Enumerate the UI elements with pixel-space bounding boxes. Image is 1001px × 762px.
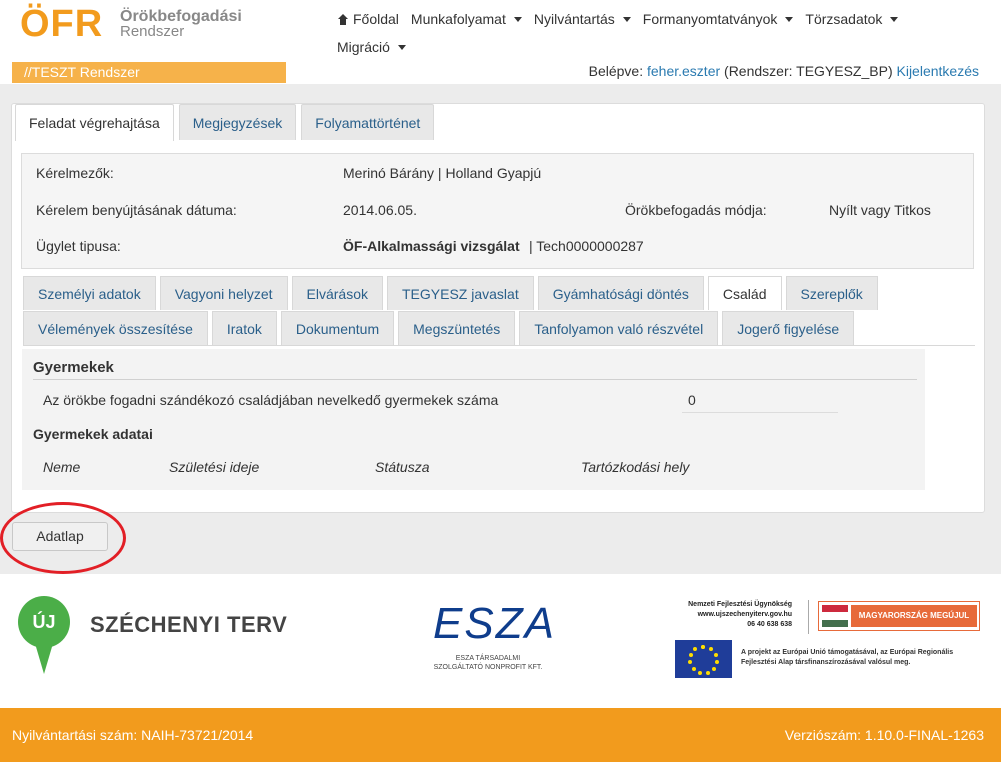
tab-velemenyek-osszesitese[interactable]: Vélemények összesítése	[23, 311, 208, 345]
tab-csalad[interactable]: Család	[707, 276, 782, 310]
tab-tanfolyamon-valo-reszvetel[interactable]: Tanfolyamon való részvétel	[519, 311, 719, 345]
nfu-line: 06 40 638 638	[747, 621, 792, 628]
nfu-line: www.ujszechenyiterv.gov.hu	[697, 611, 792, 618]
nav-label: Migráció	[337, 39, 390, 55]
column-header-statusza: Státusza	[375, 459, 430, 475]
home-icon	[337, 13, 349, 25]
type-value: ÖF-Alkalmassági vizsgálat	[343, 238, 520, 254]
logo-title-line2: Rendszer	[120, 23, 185, 40]
date-value: 2014.06.05.	[343, 202, 417, 218]
esza-text: ESZA	[433, 599, 556, 648]
sub-tabs: Személyi adatok Vagyoni helyzet Elváráso…	[23, 276, 975, 346]
nav-home[interactable]: Főoldal	[337, 11, 399, 27]
caret-down-icon	[622, 16, 631, 22]
tab-megjegyzesek[interactable]: Megjegyzések	[178, 104, 297, 140]
system-label: //TESZT Rendszer	[12, 62, 286, 83]
main-nav: Főoldal Munkafolyamat Nyilvántartás Form…	[337, 5, 977, 61]
magyar-text: MAGYARORSZÁG MEGÚJUL	[851, 605, 977, 627]
nfu-text: Nemzeti Fejlesztési Ügynökség www.ujszec…	[674, 600, 792, 630]
szechenyi-text: SZÉCHENYI TERV	[90, 612, 288, 637]
pin-icon: ÚJ	[18, 596, 70, 648]
tab-iratok[interactable]: Iratok	[211, 311, 277, 345]
nav-migracio[interactable]: Migráció	[337, 39, 406, 55]
login-system: (Rendszer: TEGYESZ_BP)	[724, 63, 893, 79]
user-link[interactable]: feher.eszter	[647, 63, 720, 79]
tab-feladat-vegrehajtasa[interactable]: Feladat végrehajtása	[15, 104, 174, 141]
column-header-neme: Neme	[43, 459, 81, 475]
request-info: Kérelmezők: Merinó Bárány | Holland Gyap…	[21, 153, 974, 269]
magyarorszag-megujul-logo: MAGYARORSZÁG MEGÚJUL	[818, 601, 980, 631]
children-data-heading: Gyermekek adatai	[33, 426, 153, 442]
footer: Nyilvántartási szám: NAIH-73721/2014 Ver…	[0, 708, 1001, 762]
caret-down-icon	[890, 16, 899, 22]
tab-jogero-figyelese[interactable]: Jogerő figyelése	[722, 311, 855, 345]
top-tabs: Feladat végrehajtása Megjegyzések Folyam…	[15, 104, 439, 141]
date-label: Kérelem benyújtásának dátuma:	[36, 202, 237, 218]
column-header-szuletesi-ideje: Születési ideje	[169, 459, 260, 475]
column-header-tartozkodasi-hely: Tartózkodási hely	[581, 459, 690, 475]
eu-flag-icon	[675, 640, 732, 678]
nfu-line: Nemzeti Fejlesztési Ügynökség	[688, 601, 792, 608]
logo-ofr: ÖFR	[20, 3, 104, 45]
tab-tegyesz-javaslat[interactable]: TEGYESZ javaslat	[387, 276, 534, 310]
tab-folyamattortenet[interactable]: Folyamattörténet	[301, 104, 435, 140]
type-tech-id: | Tech0000000287	[529, 238, 644, 254]
divider	[33, 379, 917, 380]
type-label: Ügylet tipusa:	[36, 238, 121, 254]
app-logo[interactable]: ÖFR Örökbefogadási Rendszer	[20, 4, 290, 54]
requesters-label: Kérelmezők:	[36, 165, 114, 181]
login-info: Belépve: feher.eszter (Rendszer: TEGYESZ…	[589, 63, 979, 79]
header: ÖFR Örökbefogadási Rendszer //TESZT Rend…	[0, 0, 1001, 84]
nav-nyilvantartas[interactable]: Nyilvántartás	[534, 11, 631, 27]
eu-funding-text: A projekt az Európai Unió támogatásával,…	[741, 649, 954, 666]
hungarian-flag-icon	[822, 605, 848, 627]
adatlap-button[interactable]: Adatlap	[12, 522, 108, 551]
children-count-value: 0	[688, 392, 696, 408]
divider	[808, 600, 809, 634]
login-label: Belépve:	[588, 63, 644, 79]
szechenyi-terv-logo: ÚJ SZÉCHENYI TERV	[18, 596, 288, 676]
value-underline	[682, 412, 838, 413]
tab-elvarasok[interactable]: Elvárások	[291, 276, 383, 310]
main-area: Feladat végrehajtása Megjegyzések Folyam…	[0, 84, 1001, 574]
nav-label: Munkafolyamat	[410, 11, 506, 27]
nav-munkafolyamat[interactable]: Munkafolyamat	[411, 11, 522, 27]
caret-down-icon	[397, 44, 406, 50]
section-heading: Gyermekek	[33, 359, 114, 376]
nav-label: Formanyomtatványok	[642, 11, 778, 27]
nav-home-label: Főoldal	[353, 11, 399, 27]
mode-label: Örökbefogadás módja:	[625, 202, 767, 218]
sponsor-logos: ÚJ SZÉCHENYI TERV ESZA ESZA TÁRSADALMI S…	[0, 574, 1001, 708]
esza-subtitle: ESZA TÁRSADALMI SZOLGÁLTATÓ NONPROFIT KF…	[433, 655, 543, 671]
tab-szereplok[interactable]: Szereplők	[785, 276, 878, 310]
children-count-label: Az örökbe fogadni szándékozó családjában…	[43, 392, 499, 408]
task-panel: Feladat végrehajtása Megjegyzések Folyam…	[11, 103, 985, 513]
nav-label: Törzsadatok	[805, 11, 883, 27]
nav-formanyomtatvanyok[interactable]: Formanyomtatványok	[643, 11, 794, 27]
caret-down-icon	[785, 16, 794, 22]
tab-megszuntetes[interactable]: Megszüntetés	[398, 311, 516, 345]
family-content: Gyermekek Az örökbe fogadni szándékozó c…	[22, 349, 925, 490]
tab-gyamhatosagi-dontes[interactable]: Gyámhatósági döntés	[537, 276, 704, 310]
requesters-value: Merinó Bárány | Holland Gyapjú	[343, 165, 542, 181]
logout-link[interactable]: Kijelentkezés	[897, 63, 980, 79]
esza-logo: ESZA ESZA TÁRSADALMI SZOLGÁLTATÓ NONPROF…	[433, 602, 554, 682]
tab-dokumentum[interactable]: Dokumentum	[280, 311, 395, 345]
caret-down-icon	[513, 16, 522, 22]
tab-szemelyi-adatok[interactable]: Személyi adatok	[23, 276, 156, 310]
tab-vagyoni-helyzet[interactable]: Vagyoni helyzet	[159, 276, 288, 310]
mode-value: Nyílt vagy Titkos	[829, 202, 931, 218]
version-number: Verziószám: 1.10.0-FINAL-1263	[784, 727, 984, 743]
tab-divider	[23, 345, 975, 346]
registration-number: Nyilvántartási szám: NAIH-73721/2014	[12, 727, 254, 743]
nav-label: Nyilvántartás	[533, 11, 615, 27]
nav-torzsadatok[interactable]: Törzsadatok	[805, 11, 899, 27]
